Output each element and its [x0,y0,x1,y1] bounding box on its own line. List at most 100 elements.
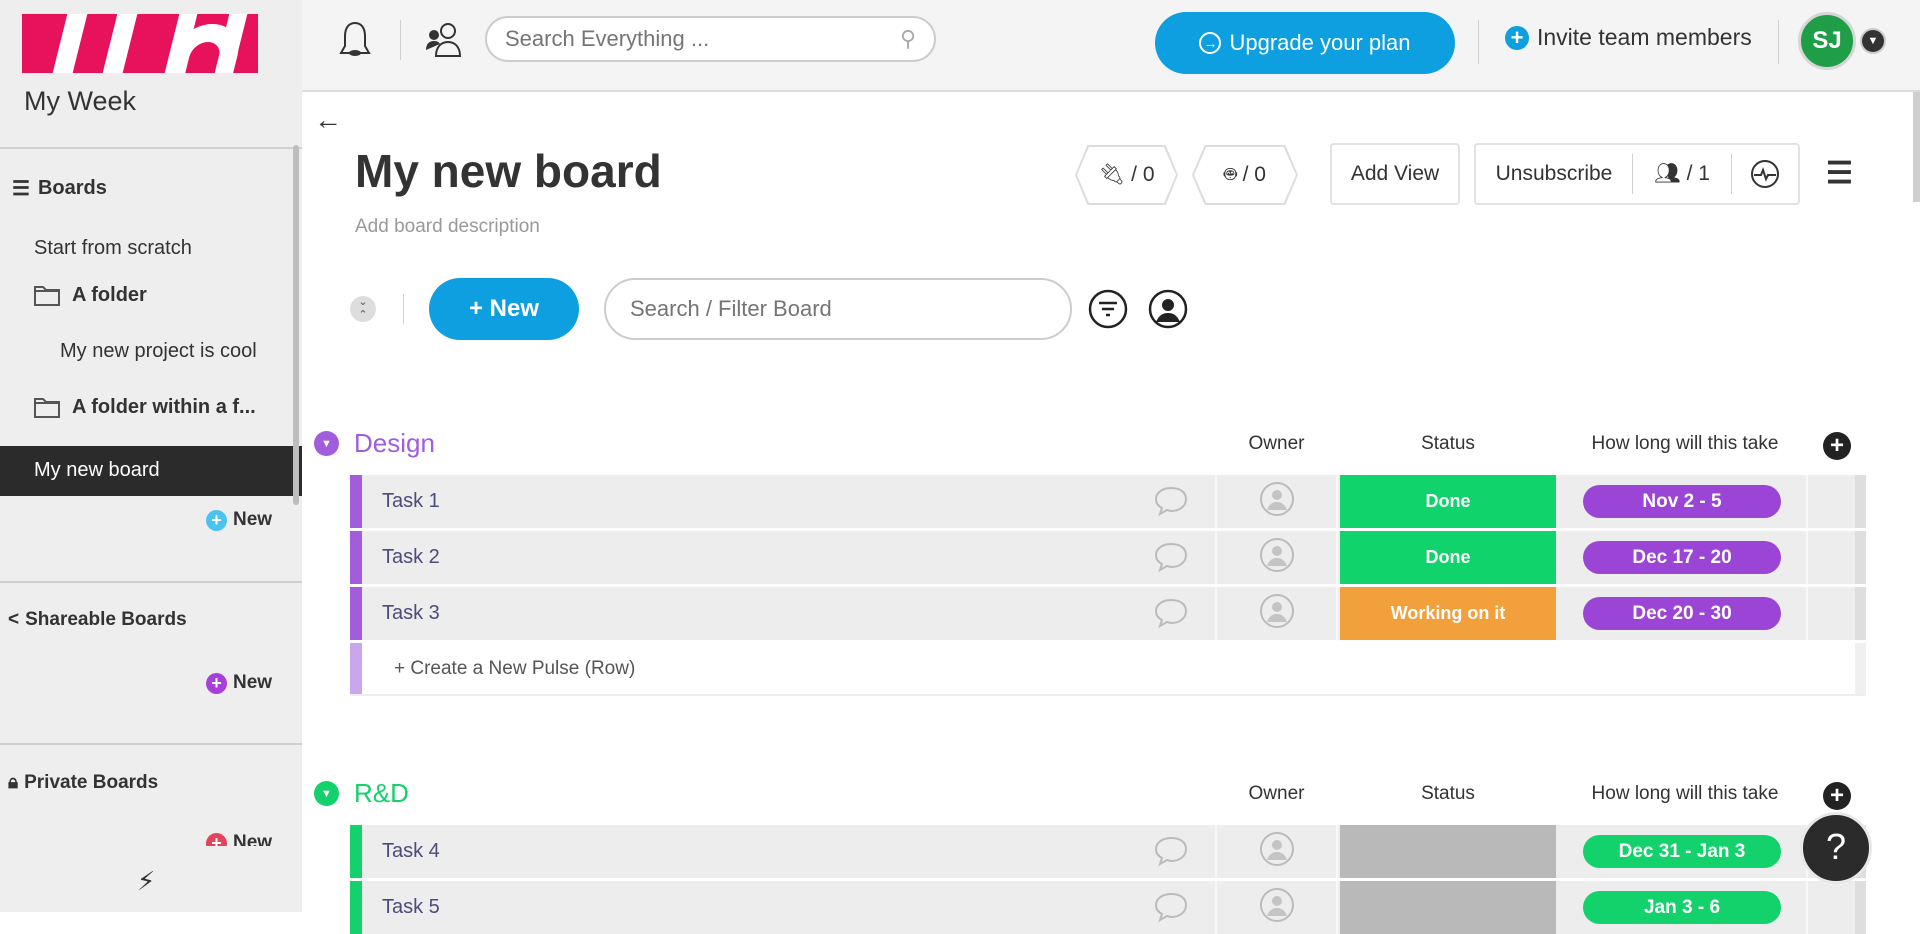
new-item-button[interactable]: + New [429,278,579,340]
unsubscribe-button[interactable]: Unsubscribe [1476,162,1632,186]
owner-cell[interactable] [1215,881,1338,934]
row-end-strip [1855,531,1866,584]
table-row[interactable]: Task 5 Jan 3 - 6 [350,881,1866,934]
table-row[interactable]: Task 2 Done Dec 17 - 20 [350,531,1866,584]
create-pulse-row[interactable]: + Create a New Pulse (Row) [350,643,1866,696]
private-boards-header[interactable]: 🔒︎ Private Boards [8,772,158,794]
new-shareable-board-button[interactable]: + New [206,672,272,694]
sidebar-folder-within[interactable]: A folder within a f... [34,396,256,419]
comment-icon[interactable] [1154,892,1188,923]
lock-icon: 🔒︎ [8,772,19,793]
column-header-status[interactable]: Status [1340,783,1556,805]
activity-icon[interactable] [1732,159,1798,189]
members-button[interactable]: 👥︎ / 1 [1633,162,1731,186]
owner-cell[interactable] [1215,475,1338,528]
divider [0,147,302,149]
comment-icon[interactable] [1154,598,1188,629]
chevron-down-icon[interactable]: ▼ [1860,28,1886,54]
back-arrow-icon[interactable]: ← [314,104,342,136]
owner-cell[interactable] [1215,825,1338,878]
cell-divider [1806,587,1808,640]
comment-icon[interactable] [1154,486,1188,517]
integrations-button[interactable]: 🔌︎/ 0 [1075,145,1178,205]
column-header-timeline[interactable]: How long will this take [1560,783,1810,805]
sidebar-folder-a-folder[interactable]: A folder [34,284,147,307]
search-filter-board-input[interactable] [604,278,1072,340]
add-column-button[interactable]: + [1823,782,1851,810]
new-private-board-button[interactable]: + New [206,832,272,846]
sidebar-item-my-new-project[interactable]: My new project is cool [60,340,257,363]
status-cell[interactable]: Working on it [1340,587,1556,640]
search-everything-input[interactable] [485,16,936,62]
people-icon[interactable] [424,20,464,65]
row-color-bar [350,825,362,878]
filter-icon[interactable] [1088,289,1128,334]
separator [1478,20,1479,64]
search-icon[interactable]: ⚲ [900,26,916,52]
help-button[interactable]: ? [1800,812,1872,884]
row-name[interactable]: Task 5 [382,896,440,919]
row-end-strip [1855,643,1866,694]
status-cell[interactable]: Done [1340,531,1556,584]
bell-icon[interactable] [338,20,372,65]
status-cell[interactable]: Done [1340,475,1556,528]
group-toggle-icon[interactable]: ▼ [314,781,339,806]
group-title[interactable]: R&D [354,778,409,809]
monday-logo[interactable] [22,14,258,73]
column-header-owner[interactable]: Owner [1215,783,1338,805]
row-color-bar [350,587,362,640]
timeline-pill[interactable]: Jan 3 - 6 [1583,891,1781,924]
boards-label: Boards [37,177,107,199]
table-row[interactable]: Task 3 Working on it Dec 20 - 30 [350,587,1866,640]
timeline-pill[interactable]: Dec 17 - 20 [1583,541,1781,574]
comment-icon[interactable] [1154,836,1188,867]
row-end-strip [1855,587,1866,640]
column-header-timeline[interactable]: How long will this take [1560,433,1810,455]
collapse-icon[interactable]: ⌄ ⌃ [350,296,376,322]
timeline-pill[interactable]: Nov 2 - 5 [1583,485,1781,518]
owner-cell[interactable] [1215,531,1338,584]
shareable-boards-header[interactable]: < Shareable Boards [8,609,187,631]
timeline-pill[interactable]: Dec 20 - 30 [1583,597,1781,630]
sidebar-scrollbar[interactable] [293,145,299,505]
row-name[interactable]: Task 1 [382,490,440,513]
timeline-pill[interactable]: Dec 31 - Jan 3 [1583,835,1781,868]
row-name[interactable]: Task 3 [382,602,440,625]
status-cell[interactable] [1340,825,1556,878]
person-placeholder-icon [1259,481,1295,522]
owner-cell[interactable] [1215,587,1338,640]
arrow-circle-icon: → [1199,32,1222,54]
lightning-icon[interactable]: ⚡︎ [137,866,155,897]
column-header-owner[interactable]: Owner [1215,433,1338,455]
user-avatar[interactable]: SJ [1798,12,1856,70]
board-menu-icon[interactable]: ☰ [1826,156,1853,191]
automations-button[interactable]: 🤖︎/ 0 [1192,145,1298,205]
person-filter-icon[interactable] [1148,289,1188,334]
plug-icon: 🔌︎ [1098,163,1126,186]
table-row[interactable]: Task 4 Dec 31 - Jan 3 [350,825,1866,878]
my-week-link[interactable]: My Week [24,86,136,117]
column-header-status[interactable]: Status [1340,433,1556,455]
comment-icon[interactable] [1154,542,1188,573]
sidebar-item-my-new-board[interactable]: My new board [0,446,302,496]
invite-team-button[interactable]: + Invite team members [1505,24,1752,51]
integrations-count: / 0 [1131,163,1155,186]
row-name[interactable]: Task 2 [382,546,440,569]
row-name[interactable]: Task 4 [382,840,440,863]
plus-icon: + [206,832,227,846]
add-view-button[interactable]: Add View [1330,143,1460,205]
board-title[interactable]: My new board [355,144,662,198]
add-column-button[interactable]: + [1823,432,1851,460]
sidebar-item-start-from-scratch[interactable]: Start from scratch [34,237,192,260]
table-row[interactable]: Task 1 Done Nov 2 - 5 [350,475,1866,528]
group-title[interactable]: Design [354,428,435,459]
status-cell[interactable] [1340,881,1556,934]
boards-header[interactable]: ☰ Boards [12,176,107,201]
upgrade-plan-button[interactable]: → Upgrade your plan [1155,12,1455,74]
group-toggle-icon[interactable]: ▼ [314,431,339,456]
person-placeholder-icon [1259,831,1295,872]
board-description[interactable]: Add board description [355,216,540,238]
main-scrollbar[interactable] [1913,92,1920,202]
automations-count: / 0 [1242,163,1266,186]
new-board-button[interactable]: + New [206,509,272,531]
